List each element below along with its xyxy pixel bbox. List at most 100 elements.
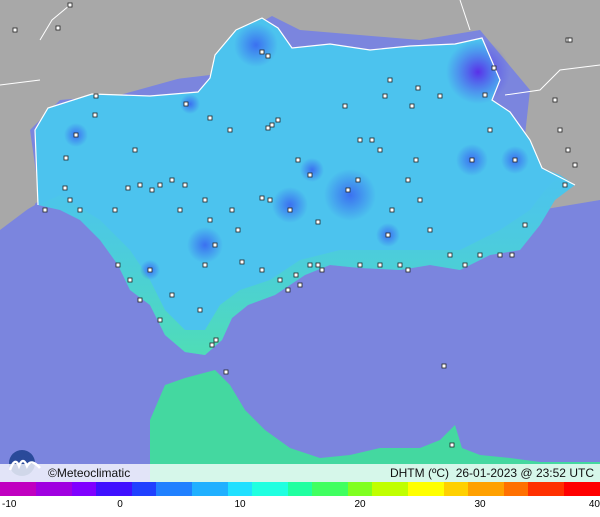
station-marker[interactable] xyxy=(212,242,218,248)
station-marker[interactable] xyxy=(413,157,419,163)
station-marker[interactable] xyxy=(397,262,403,268)
station-marker[interactable] xyxy=(183,101,189,107)
station-marker[interactable] xyxy=(115,262,121,268)
station-marker[interactable] xyxy=(572,162,578,168)
station-marker[interactable] xyxy=(227,127,233,133)
station-marker[interactable] xyxy=(497,252,503,258)
station-marker[interactable] xyxy=(293,272,299,278)
station-marker[interactable] xyxy=(355,177,361,183)
station-marker[interactable] xyxy=(509,252,515,258)
station-marker[interactable] xyxy=(157,182,163,188)
station-marker[interactable] xyxy=(207,115,213,121)
station-marker[interactable] xyxy=(213,337,219,343)
brand-label[interactable]: ©Meteoclimatic xyxy=(48,464,130,482)
station-marker[interactable] xyxy=(427,227,433,233)
station-marker[interactable] xyxy=(287,207,293,213)
station-marker[interactable] xyxy=(259,49,265,55)
station-marker[interactable] xyxy=(382,93,388,99)
station-marker[interactable] xyxy=(63,155,69,161)
station-marker[interactable] xyxy=(77,207,83,213)
station-marker[interactable] xyxy=(295,157,301,163)
station-marker[interactable] xyxy=(491,65,497,71)
station-marker[interactable] xyxy=(259,267,265,273)
station-marker[interactable] xyxy=(197,307,203,313)
station-marker[interactable] xyxy=(207,217,213,223)
station-marker[interactable] xyxy=(137,297,143,303)
station-marker[interactable] xyxy=(42,207,48,213)
station-marker[interactable] xyxy=(557,127,563,133)
station-marker[interactable] xyxy=(147,267,153,273)
station-marker[interactable] xyxy=(307,262,313,268)
station-marker[interactable] xyxy=(387,77,393,83)
station-marker[interactable] xyxy=(315,262,321,268)
station-marker[interactable] xyxy=(477,252,483,258)
station-marker[interactable] xyxy=(169,177,175,183)
station-marker[interactable] xyxy=(462,262,468,268)
station-marker[interactable] xyxy=(73,132,79,138)
station-marker[interactable] xyxy=(169,292,175,298)
station-marker[interactable] xyxy=(389,207,395,213)
station-marker[interactable] xyxy=(202,262,208,268)
station-marker[interactable] xyxy=(437,93,443,99)
station-marker[interactable] xyxy=(417,197,423,203)
station-marker[interactable] xyxy=(562,182,568,188)
station-marker[interactable] xyxy=(229,207,235,213)
station-marker[interactable] xyxy=(177,207,183,213)
station-marker[interactable] xyxy=(235,227,241,233)
station-marker[interactable] xyxy=(137,182,143,188)
station-marker[interactable] xyxy=(67,2,73,8)
station-marker[interactable] xyxy=(469,157,475,163)
station-marker[interactable] xyxy=(127,277,133,283)
station-marker[interactable] xyxy=(285,287,291,293)
station-marker[interactable] xyxy=(297,282,303,288)
station-marker[interactable] xyxy=(12,27,18,33)
station-marker[interactable] xyxy=(265,53,271,59)
station-marker[interactable] xyxy=(441,363,447,369)
station-marker[interactable] xyxy=(149,187,155,193)
station-marker[interactable] xyxy=(415,85,421,91)
station-marker[interactable] xyxy=(342,103,348,109)
station-marker[interactable] xyxy=(315,219,321,225)
station-marker[interactable] xyxy=(307,172,313,178)
station-marker[interactable] xyxy=(62,185,68,191)
station-marker[interactable] xyxy=(259,195,265,201)
station-marker[interactable] xyxy=(182,182,188,188)
station-marker[interactable] xyxy=(552,97,558,103)
station-marker[interactable] xyxy=(385,232,391,238)
station-marker[interactable] xyxy=(377,147,383,153)
station-marker[interactable] xyxy=(405,177,411,183)
station-marker[interactable] xyxy=(522,222,528,228)
station-marker[interactable] xyxy=(449,442,455,448)
station-marker[interactable] xyxy=(565,147,571,153)
station-marker[interactable] xyxy=(345,187,351,193)
station-marker[interactable] xyxy=(409,103,415,109)
station-marker[interactable] xyxy=(223,369,229,375)
station-marker[interactable] xyxy=(112,207,118,213)
station-marker[interactable] xyxy=(567,37,573,43)
station-marker[interactable] xyxy=(157,317,163,323)
station-marker[interactable] xyxy=(377,262,383,268)
station-marker[interactable] xyxy=(319,267,325,273)
station-marker[interactable] xyxy=(239,259,245,265)
station-marker[interactable] xyxy=(512,157,518,163)
station-marker[interactable] xyxy=(209,342,215,348)
station-marker[interactable] xyxy=(55,25,61,31)
station-marker[interactable] xyxy=(125,185,131,191)
station-marker[interactable] xyxy=(269,122,275,128)
station-marker[interactable] xyxy=(487,127,493,133)
station-marker[interactable] xyxy=(202,197,208,203)
station-marker[interactable] xyxy=(482,92,488,98)
station-marker[interactable] xyxy=(405,267,411,273)
station-marker[interactable] xyxy=(357,262,363,268)
station-marker[interactable] xyxy=(267,197,273,203)
station-marker[interactable] xyxy=(265,125,271,131)
station-marker[interactable] xyxy=(277,277,283,283)
station-marker[interactable] xyxy=(93,93,99,99)
station-marker[interactable] xyxy=(275,117,281,123)
station-marker[interactable] xyxy=(92,112,98,118)
station-marker[interactable] xyxy=(369,137,375,143)
station-marker[interactable] xyxy=(67,197,73,203)
station-marker[interactable] xyxy=(132,147,138,153)
station-marker[interactable] xyxy=(447,252,453,258)
station-marker[interactable] xyxy=(357,137,363,143)
